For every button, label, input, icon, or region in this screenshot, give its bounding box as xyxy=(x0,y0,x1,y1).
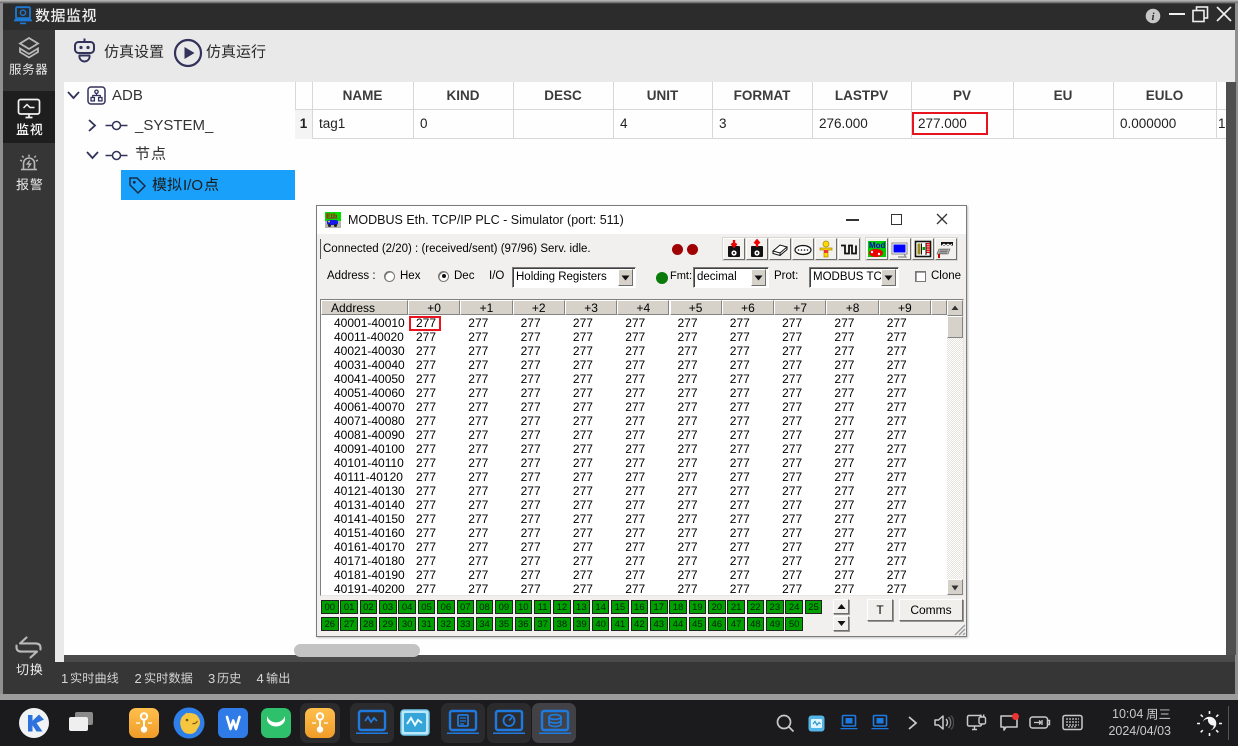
svg-text:Mod: Mod xyxy=(869,241,886,250)
